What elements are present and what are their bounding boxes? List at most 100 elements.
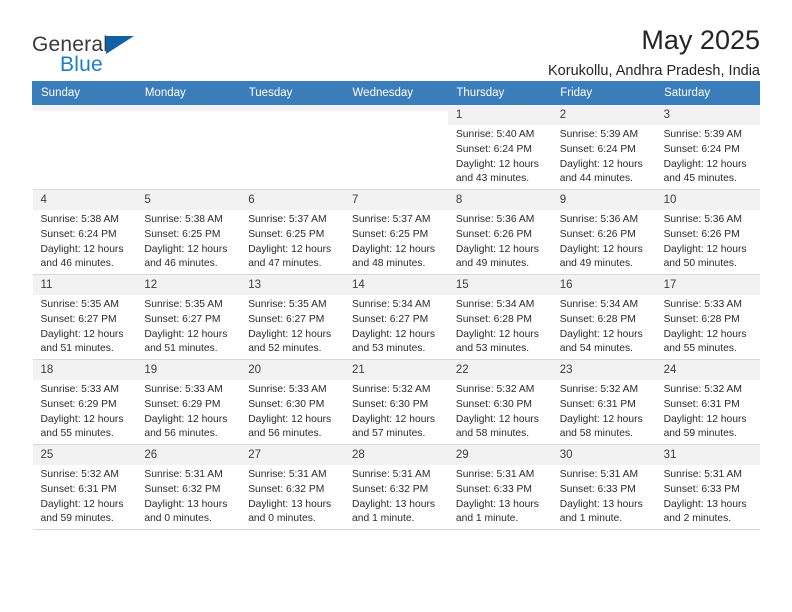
day-number: 31 bbox=[655, 445, 760, 466]
calendar-day-cell[interactable]: 31 Sunrise: 5:31 AM Sunset: 6:33 PM Dayligh… bbox=[655, 444, 760, 530]
day-number: 28 bbox=[344, 445, 448, 466]
sunrise-text: Sunrise: 5:39 AM bbox=[663, 129, 742, 141]
sunset-text: Sunset: 6:31 PM bbox=[559, 398, 636, 410]
calendar-day-cell[interactable]: 26 Sunrise: 5:31 AM Sunset: 6:32 PM Dayligh… bbox=[136, 444, 241, 530]
calendar-page: General Blue May 2025 Korukollu, Andhra … bbox=[0, 0, 792, 612]
calendar-day-cell[interactable]: 17 Sunrise: 5:33 AM Sunset: 6:28 PM Dayligh… bbox=[655, 274, 760, 360]
day-details: Sunrise: 5:37 AM Sunset: 6:25 PM Daylight:… bbox=[240, 210, 344, 271]
calendar-grid: Sunday Monday Tuesday Wednesday Thursday… bbox=[32, 81, 760, 530]
page-title: May 2025 bbox=[641, 25, 760, 55]
calendar-day-cell[interactable]: 21 Sunrise: 5:32 AM Sunset: 6:30 PM Dayligh… bbox=[344, 359, 448, 445]
day-details: Sunrise: 5:39 AM Sunset: 6:24 PM Daylight:… bbox=[552, 125, 656, 186]
sunrise-text: Sunrise: 5:33 AM bbox=[663, 299, 742, 311]
calendar-cell-inner: 25 Sunrise: 5:32 AM Sunset: 6:31 PM Dayligh… bbox=[32, 445, 137, 527]
calendar-day-cell[interactable]: 13 Sunrise: 5:35 AM Sunset: 6:27 PM Dayligh… bbox=[240, 274, 345, 360]
day-details: Sunrise: 5:31 AM Sunset: 6:32 PM Daylight:… bbox=[136, 465, 240, 526]
calendar-cell-inner: 12 Sunrise: 5:35 AM Sunset: 6:27 PM Dayligh… bbox=[136, 275, 241, 357]
sunrise-text: Sunrise: 5:32 AM bbox=[559, 384, 639, 396]
day-details: Sunrise: 5:38 AM Sunset: 6:25 PM Daylight:… bbox=[136, 210, 240, 271]
calendar-day-cell[interactable]: 18 Sunrise: 5:33 AM Sunset: 6:29 PM Dayligh… bbox=[32, 359, 137, 445]
daylight-text: Daylight: 12 hours and 48 minutes. bbox=[352, 243, 436, 270]
day-details: Sunrise: 5:34 AM Sunset: 6:27 PM Daylight:… bbox=[344, 295, 448, 356]
sunset-text: Sunset: 6:30 PM bbox=[352, 398, 429, 410]
day-number: 27 bbox=[240, 445, 345, 466]
day-details: Sunrise: 5:32 AM Sunset: 6:31 PM Daylight:… bbox=[656, 380, 760, 441]
calendar-cell-inner: 17 Sunrise: 5:33 AM Sunset: 6:28 PM Dayligh… bbox=[655, 275, 760, 357]
calendar-day-cell[interactable]: 24 Sunrise: 5:32 AM Sunset: 6:31 PM Dayligh… bbox=[655, 359, 760, 445]
calendar-day-cell[interactable]: 1 Sunrise: 5:40 AM Sunset: 6:24 PM Daylight… bbox=[447, 104, 552, 190]
day-details: Sunrise: 5:32 AM Sunset: 6:31 PM Daylight:… bbox=[552, 380, 656, 441]
day-number: 21 bbox=[344, 360, 448, 381]
daylight-text: Daylight: 12 hours and 54 minutes. bbox=[559, 328, 643, 355]
calendar-cell-inner: 15 Sunrise: 5:34 AM Sunset: 6:28 PM Dayligh… bbox=[447, 275, 552, 357]
daylight-text: Daylight: 13 hours and 0 minutes. bbox=[144, 498, 228, 525]
calendar-day-cell[interactable]: 16 Sunrise: 5:34 AM Sunset: 6:28 PM Dayligh… bbox=[551, 274, 656, 360]
calendar-cell-empty bbox=[136, 104, 241, 190]
daylight-text: Daylight: 12 hours and 53 minutes. bbox=[455, 328, 539, 355]
daylight-text: Daylight: 13 hours and 1 minute. bbox=[352, 498, 436, 525]
day-details: Sunrise: 5:36 AM Sunset: 6:26 PM Daylight:… bbox=[552, 210, 656, 271]
calendar-cell-empty bbox=[240, 104, 345, 190]
weekday-header-row: Sunday Monday Tuesday Wednesday Thursday… bbox=[32, 81, 760, 105]
daylight-text: Daylight: 12 hours and 55 minutes. bbox=[663, 328, 747, 355]
day-number: 29 bbox=[447, 445, 552, 466]
day-number bbox=[136, 105, 241, 111]
calendar-day-cell[interactable]: 23 Sunrise: 5:32 AM Sunset: 6:31 PM Dayligh… bbox=[551, 359, 656, 445]
day-number: 13 bbox=[240, 275, 345, 296]
calendar-cell-inner: 31 Sunrise: 5:31 AM Sunset: 6:33 PM Dayligh… bbox=[655, 445, 760, 527]
day-details: Sunrise: 5:31 AM Sunset: 6:32 PM Daylight:… bbox=[240, 465, 344, 526]
day-number: 5 bbox=[136, 190, 241, 211]
calendar-day-cell[interactable]: 28 Sunrise: 5:31 AM Sunset: 6:32 PM Dayligh… bbox=[344, 444, 448, 530]
calendar-day-cell[interactable]: 6 Sunrise: 5:37 AM Sunset: 6:25 PM Daylight… bbox=[240, 189, 345, 275]
day-number: 20 bbox=[240, 360, 345, 381]
day-details: Sunrise: 5:35 AM Sunset: 6:27 PM Daylight:… bbox=[33, 295, 137, 356]
day-details: Sunrise: 5:31 AM Sunset: 6:33 PM Daylight:… bbox=[656, 465, 760, 526]
calendar-cell-inner: 9 Sunrise: 5:36 AM Sunset: 6:26 PM Daylight… bbox=[551, 190, 656, 272]
calendar-day-cell[interactable]: 29 Sunrise: 5:31 AM Sunset: 6:33 PM Dayligh… bbox=[447, 444, 552, 530]
calendar-day-cell[interactable]: 30 Sunrise: 5:31 AM Sunset: 6:33 PM Dayligh… bbox=[551, 444, 656, 530]
sunrise-text: Sunrise: 5:36 AM bbox=[663, 214, 742, 226]
sunrise-text: Sunrise: 5:31 AM bbox=[144, 469, 223, 481]
calendar-cell-inner bbox=[240, 105, 345, 111]
calendar-day-cell[interactable]: 15 Sunrise: 5:34 AM Sunset: 6:28 PM Dayligh… bbox=[447, 274, 552, 360]
sunrise-text: Sunrise: 5:31 AM bbox=[455, 469, 535, 481]
day-number: 4 bbox=[32, 190, 137, 211]
calendar-day-cell[interactable]: 19 Sunrise: 5:33 AM Sunset: 6:29 PM Dayligh… bbox=[136, 359, 241, 445]
calendar-day-cell[interactable]: 10 Sunrise: 5:36 AM Sunset: 6:26 PM Dayligh… bbox=[655, 189, 760, 275]
sunrise-text: Sunrise: 5:38 AM bbox=[40, 214, 119, 226]
calendar-day-cell[interactable]: 9 Sunrise: 5:36 AM Sunset: 6:26 PM Daylight… bbox=[551, 189, 656, 275]
day-number: 7 bbox=[344, 190, 448, 211]
calendar-day-cell[interactable]: 22 Sunrise: 5:32 AM Sunset: 6:30 PM Dayligh… bbox=[447, 359, 552, 445]
day-details: Sunrise: 5:31 AM Sunset: 6:33 PM Daylight:… bbox=[552, 465, 656, 526]
daylight-text: Daylight: 12 hours and 59 minutes. bbox=[40, 498, 124, 525]
day-details: Sunrise: 5:33 AM Sunset: 6:29 PM Daylight:… bbox=[33, 380, 137, 441]
calendar-day-cell[interactable]: 7 Sunrise: 5:37 AM Sunset: 6:25 PM Daylight… bbox=[344, 189, 448, 275]
sunset-text: Sunset: 6:28 PM bbox=[559, 313, 636, 325]
calendar-day-cell[interactable]: 27 Sunrise: 5:31 AM Sunset: 6:32 PM Dayligh… bbox=[240, 444, 345, 530]
calendar-day-cell[interactable]: 20 Sunrise: 5:33 AM Sunset: 6:30 PM Dayligh… bbox=[240, 359, 345, 445]
weekday-header-sunday: Sunday bbox=[32, 81, 137, 105]
sunrise-text: Sunrise: 5:32 AM bbox=[455, 384, 535, 396]
calendar-cell-inner: 20 Sunrise: 5:33 AM Sunset: 6:30 PM Dayligh… bbox=[240, 360, 345, 442]
calendar-day-cell[interactable]: 3 Sunrise: 5:39 AM Sunset: 6:24 PM Daylight… bbox=[655, 104, 760, 190]
daylight-text: Daylight: 12 hours and 44 minutes. bbox=[559, 158, 643, 185]
calendar-cell-inner: 19 Sunrise: 5:33 AM Sunset: 6:29 PM Dayligh… bbox=[136, 360, 241, 442]
calendar-day-cell[interactable]: 14 Sunrise: 5:34 AM Sunset: 6:27 PM Dayligh… bbox=[344, 274, 448, 360]
daylight-text: Daylight: 13 hours and 1 minute. bbox=[455, 498, 539, 525]
daylight-text: Daylight: 12 hours and 49 minutes. bbox=[455, 243, 539, 270]
calendar-day-cell[interactable]: 5 Sunrise: 5:38 AM Sunset: 6:25 PM Daylight… bbox=[136, 189, 241, 275]
calendar-day-cell[interactable]: 25 Sunrise: 5:32 AM Sunset: 6:31 PM Dayligh… bbox=[32, 444, 137, 530]
calendar-day-cell[interactable]: 12 Sunrise: 5:35 AM Sunset: 6:27 PM Dayligh… bbox=[136, 274, 241, 360]
calendar-day-cell[interactable]: 8 Sunrise: 5:36 AM Sunset: 6:26 PM Daylight… bbox=[447, 189, 552, 275]
day-number bbox=[240, 105, 345, 111]
calendar-day-cell[interactable]: 11 Sunrise: 5:35 AM Sunset: 6:27 PM Dayligh… bbox=[32, 274, 137, 360]
sunrise-text: Sunrise: 5:35 AM bbox=[144, 299, 223, 311]
sunrise-text: Sunrise: 5:40 AM bbox=[455, 129, 535, 141]
calendar-day-cell[interactable]: 2 Sunrise: 5:39 AM Sunset: 6:24 PM Daylight… bbox=[551, 104, 656, 190]
calendar-cell-inner bbox=[136, 105, 241, 111]
daylight-text: Daylight: 12 hours and 57 minutes. bbox=[352, 413, 436, 440]
brand-logo[interactable]: General Blue bbox=[32, 26, 152, 75]
calendar-cell-inner: 21 Sunrise: 5:32 AM Sunset: 6:30 PM Dayligh… bbox=[344, 360, 448, 442]
calendar-day-cell[interactable]: 4 Sunrise: 5:38 AM Sunset: 6:24 PM Daylight… bbox=[32, 189, 137, 275]
calendar-cell-inner: 16 Sunrise: 5:34 AM Sunset: 6:28 PM Dayligh… bbox=[551, 275, 656, 357]
